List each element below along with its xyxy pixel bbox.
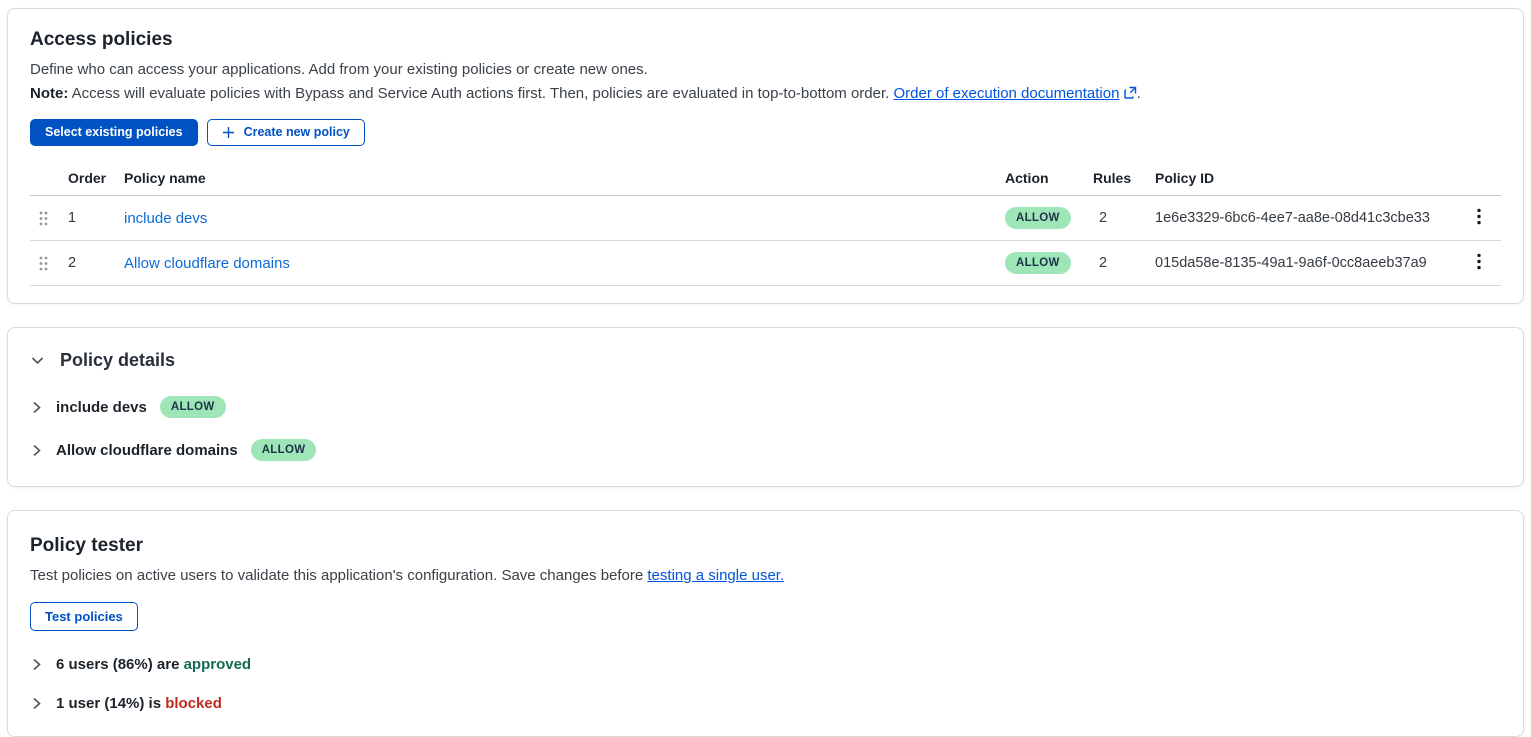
- policy-tester-title: Policy tester: [30, 535, 1501, 557]
- policy-detail-name: Allow cloudflare domains: [56, 442, 238, 459]
- chevron-right-icon: [30, 401, 43, 414]
- policy-detail-item[interactable]: include devs ALLOW: [30, 396, 1501, 418]
- policy-details-header[interactable]: Policy details: [30, 340, 1501, 373]
- action-badge: ALLOW: [1005, 207, 1071, 229]
- drag-handle-icon[interactable]: [38, 255, 49, 272]
- result-status: approved: [184, 656, 252, 673]
- testing-single-user-link[interactable]: testing a single user.: [647, 567, 784, 584]
- policy-details-title: Policy details: [60, 350, 175, 371]
- order-of-execution-link[interactable]: Order of execution documentation: [893, 85, 1119, 102]
- result-status: blocked: [165, 695, 222, 712]
- policy-name-link[interactable]: include devs: [124, 210, 207, 227]
- column-header-policy-name: Policy name: [124, 170, 1005, 186]
- select-existing-policies-button[interactable]: Select existing policies: [30, 119, 198, 146]
- plus-icon: [222, 126, 235, 139]
- rules-cell: 2: [1093, 210, 1155, 226]
- column-header-action: Action: [1005, 170, 1093, 186]
- chevron-down-icon: [30, 353, 45, 368]
- access-policies-description: Define who can access your applications.…: [30, 58, 1501, 82]
- row-menu-button[interactable]: [1471, 247, 1487, 279]
- policy-detail-name: include devs: [56, 399, 147, 416]
- result-count-text: 6 users (86%) are: [56, 656, 184, 673]
- kebab-icon: [1477, 208, 1481, 228]
- policy-id-cell: 1e6e3329-6bc6-4ee7-aa8e-08d41c3cbe33: [1155, 210, 1457, 226]
- policy-name-link[interactable]: Allow cloudflare domains: [124, 255, 290, 272]
- policies-table: Order Policy name Action Rules Policy ID…: [30, 166, 1501, 286]
- policy-id-cell: 015da58e-8135-49a1-9a6f-0cc8aeeb37a9: [1155, 255, 1457, 271]
- create-new-policy-button[interactable]: Create new policy: [207, 119, 365, 146]
- note-suffix: .: [1137, 85, 1141, 102]
- drag-handle-icon[interactable]: [38, 210, 49, 227]
- action-badge: ALLOW: [1005, 252, 1071, 274]
- policy-details-card: Policy details include devs ALLOW Allow …: [7, 327, 1524, 487]
- result-count-text: 1 user (14%) is: [56, 695, 165, 712]
- order-cell: 2: [68, 255, 124, 271]
- row-menu-button[interactable]: [1471, 202, 1487, 234]
- access-policies-note: Note: Access will evaluate policies with…: [30, 82, 1501, 106]
- action-badge: ALLOW: [160, 396, 226, 418]
- table-header-row: Order Policy name Action Rules Policy ID: [30, 166, 1501, 196]
- kebab-icon: [1477, 253, 1481, 273]
- rules-cell: 2: [1093, 255, 1155, 271]
- table-row: 1 include devs ALLOW 2 1e6e3329-6bc6-4ee…: [30, 196, 1501, 241]
- policy-detail-item[interactable]: Allow cloudflare domains ALLOW: [30, 439, 1501, 461]
- policy-tester-card: Policy tester Test policies on active us…: [7, 510, 1524, 737]
- column-header-policy-id: Policy ID: [1155, 170, 1457, 186]
- tester-results: 6 users (86%) are approved 1 user (14%) …: [30, 656, 1501, 712]
- tester-result-row[interactable]: 6 users (86%) are approved: [30, 656, 1501, 673]
- action-badge: ALLOW: [251, 439, 317, 461]
- policy-actions-row: Select existing policies Create new poli…: [30, 119, 1501, 146]
- table-row: 2 Allow cloudflare domains ALLOW 2 015da…: [30, 241, 1501, 286]
- chevron-right-icon: [30, 658, 43, 671]
- note-label: Note:: [30, 85, 68, 102]
- access-policies-card: Access policies Define who can access yo…: [7, 8, 1524, 304]
- tester-description-text: Test policies on active users to validat…: [30, 567, 647, 584]
- column-header-order: Order: [68, 170, 124, 186]
- column-header-rules: Rules: [1093, 170, 1155, 186]
- page: Access policies Define who can access yo…: [0, 0, 1531, 737]
- create-new-policy-label: Create new policy: [244, 125, 350, 140]
- external-link-icon: [1124, 86, 1137, 99]
- chevron-right-icon: [30, 444, 43, 457]
- chevron-right-icon: [30, 697, 43, 710]
- note-text: Access will evaluate policies with Bypas…: [68, 85, 893, 102]
- access-policies-title: Access policies: [30, 29, 1501, 51]
- order-cell: 1: [68, 210, 124, 226]
- tester-result-row[interactable]: 1 user (14%) is blocked: [30, 695, 1501, 712]
- test-policies-button[interactable]: Test policies: [30, 602, 138, 631]
- policy-tester-description: Test policies on active users to validat…: [30, 564, 1501, 588]
